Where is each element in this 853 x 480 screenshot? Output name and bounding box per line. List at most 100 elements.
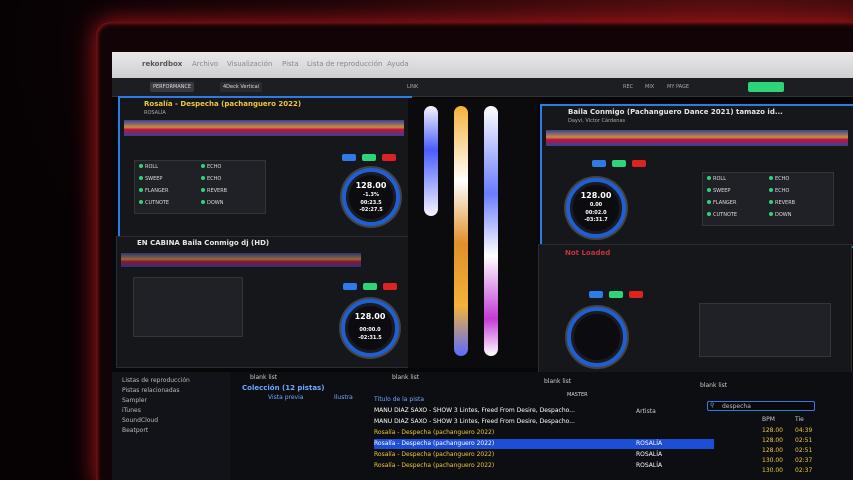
deck1-fx-sweep[interactable]: SWEEP bbox=[145, 176, 162, 182]
browser-tree: Listas de reproducción Pistas relacionad… bbox=[112, 372, 230, 480]
deck2-track-title: Baila Conmigo (Pachanguero Dance 2021) t… bbox=[568, 108, 783, 116]
row-time: 04:39 bbox=[795, 427, 813, 434]
deck2-waveform[interactable] bbox=[546, 130, 848, 146]
deck2-fx-echo2[interactable]: ECHO bbox=[775, 188, 789, 194]
layout-selector[interactable]: 4Deck Vertical bbox=[220, 82, 263, 92]
deck-3[interactable]: EN CABINA Baila Conmigo dj (HD) 128.00 0… bbox=[116, 236, 410, 368]
window-titlebar: rekordbox Archivo Visualización Pista Li… bbox=[112, 52, 853, 78]
table-row[interactable]: MANU DIAZ SAXO - SHOW 3 Lintes, Freed Fr… bbox=[374, 406, 714, 416]
deck3-vertical-waveform[interactable] bbox=[484, 106, 498, 356]
deck2-hotcue-b[interactable] bbox=[612, 160, 626, 167]
deck1-fx-roll[interactable]: ROLL bbox=[145, 164, 158, 170]
deck1-artist: ROSALÍA bbox=[144, 110, 166, 116]
deck2-fx-cutnote[interactable]: CUTNOTE bbox=[713, 212, 737, 218]
row-time: 02:51 bbox=[795, 447, 813, 454]
deck2-fx-sweep[interactable]: SWEEP bbox=[713, 188, 730, 194]
link-button[interactable]: LINK bbox=[404, 82, 421, 92]
deck1-fx-echo[interactable]: ECHO bbox=[207, 164, 221, 170]
deck4-hotcue-a[interactable] bbox=[589, 291, 603, 298]
deck2-fx-down[interactable]: DOWN bbox=[775, 212, 791, 218]
tree-item-sampler[interactable]: Sampler bbox=[112, 396, 230, 406]
mypage-button[interactable]: MY PAGE bbox=[664, 82, 692, 92]
deck1-fx-echo2[interactable]: ECHO bbox=[207, 176, 221, 182]
deck2-fx-flanger[interactable]: FLANGER bbox=[713, 200, 736, 206]
deck1-hotcue-a[interactable] bbox=[342, 154, 356, 161]
deck1-hotcue-c[interactable] bbox=[382, 154, 396, 161]
tree-item-beatport[interactable]: Beatport bbox=[112, 426, 230, 436]
row-time: 02:37 bbox=[795, 467, 813, 474]
menu-item-track[interactable]: Pista bbox=[282, 60, 299, 68]
deck3-fx-panel bbox=[133, 277, 243, 337]
blank-list-4[interactable]: blank list bbox=[700, 382, 727, 389]
deck1-vertical-waveform[interactable] bbox=[424, 106, 438, 216]
row-bpm: 130.00 bbox=[762, 467, 783, 474]
rec-button[interactable]: REC bbox=[620, 82, 636, 92]
search-icon: ⚲ bbox=[710, 402, 715, 409]
deck-1[interactable]: Rosalía - Despecha (pachanguero 2022) RO… bbox=[118, 96, 412, 240]
blank-list-2[interactable]: blank list bbox=[392, 374, 419, 381]
menu-item-file[interactable]: Archivo bbox=[192, 60, 218, 68]
deck2-hotcue-a[interactable] bbox=[592, 160, 606, 167]
table-row[interactable]: Rosalía - Despecha (pachanguero 2022) bbox=[374, 428, 714, 438]
deck2-hotcue-c[interactable] bbox=[632, 160, 646, 167]
menu-item-view[interactable]: Visualización bbox=[227, 60, 272, 68]
blank-list-3[interactable]: blank list bbox=[544, 378, 571, 385]
track-browser: Listas de reproducción Pistas relacionad… bbox=[112, 372, 853, 480]
col-time[interactable]: Tie bbox=[795, 416, 804, 423]
search-input[interactable]: despecha bbox=[707, 401, 815, 411]
deck2-fx-panel: ROLL SWEEP FLANGER CUTNOTE ECHO ECHO REV… bbox=[702, 172, 834, 226]
deck3-hotcue-a[interactable] bbox=[343, 283, 357, 290]
deck1-time-remain: -02:27.5 bbox=[359, 207, 383, 213]
deck2-fx-reverb[interactable]: REVERB bbox=[775, 200, 795, 206]
table-row[interactable]: MANU DIAZ SAXO - SHOW 3 Lintes, Freed Fr… bbox=[374, 417, 714, 427]
deck1-fx-flanger[interactable]: FLANGER bbox=[145, 188, 168, 194]
deck3-hotcue-c[interactable] bbox=[383, 283, 397, 290]
deck1-pitch: -1.3% bbox=[363, 192, 379, 198]
row-time: 02:51 bbox=[795, 437, 813, 444]
master-label[interactable]: MASTER bbox=[567, 392, 588, 398]
deck4-jog-wheel[interactable] bbox=[567, 307, 627, 367]
deck2-time-remain: -03:31.7 bbox=[584, 217, 608, 223]
col-preview[interactable]: Vista previa bbox=[268, 394, 303, 401]
deck-2[interactable]: Baila Conmigo (Pachanguero Dance 2021) t… bbox=[540, 104, 853, 248]
deck1-hotcue-b[interactable] bbox=[362, 154, 376, 161]
collection-label: Colección (12 pistas) bbox=[242, 384, 325, 392]
deck3-bpm: 128.00 bbox=[354, 312, 386, 321]
level-meter bbox=[748, 82, 784, 92]
deck3-hotcue-b[interactable] bbox=[363, 283, 377, 290]
row-time: 02:37 bbox=[795, 457, 813, 464]
deck2-vertical-waveform[interactable] bbox=[454, 106, 468, 356]
mode-selector[interactable]: PERFORMANCE bbox=[150, 82, 195, 92]
blank-list-1[interactable]: blank list bbox=[250, 374, 277, 381]
tree-item-related[interactable]: Pistas relacionadas bbox=[112, 386, 230, 396]
deck3-waveform[interactable] bbox=[121, 253, 361, 267]
deck-4[interactable]: Not Loaded bbox=[538, 244, 852, 374]
mix-button[interactable]: MIX bbox=[642, 82, 657, 92]
tree-item-itunes[interactable]: iTunes bbox=[112, 406, 230, 416]
row-artist: ROSALÍA bbox=[636, 440, 663, 447]
deck3-jog-wheel[interactable]: 128.00 00:00.0 -02:31.5 bbox=[341, 299, 399, 357]
tree-item-playlists[interactable]: Listas de reproducción bbox=[112, 376, 230, 386]
deck1-fx-reverb[interactable]: REVERB bbox=[207, 188, 227, 194]
deck1-waveform[interactable] bbox=[124, 120, 404, 136]
deck2-artist: Dayvi, Victor Cárdenas bbox=[568, 118, 626, 124]
deck1-jog-wheel[interactable]: 128.00 -1.3% 00:23.5 -02:27.5 bbox=[342, 168, 400, 226]
col-artwork[interactable]: Ilustra bbox=[334, 394, 353, 401]
deck4-hotcue-b[interactable] bbox=[609, 291, 623, 298]
tree-item-soundcloud[interactable]: SoundCloud bbox=[112, 416, 230, 426]
deck3-time-remain: -02:31.5 bbox=[358, 335, 382, 341]
menu-item-help[interactable]: Ayuda bbox=[387, 60, 409, 68]
deck1-fx-cutnote[interactable]: CUTNOTE bbox=[145, 200, 169, 206]
col-bpm[interactable]: BPM bbox=[762, 416, 775, 423]
col-title[interactable]: Título de la pista bbox=[374, 396, 424, 403]
deck2-bpm: 128.00 bbox=[580, 191, 612, 200]
deck2-jog-wheel[interactable]: 128.00 0.00 00:02.0 -03:31.7 bbox=[566, 178, 626, 238]
deck2-fx-echo[interactable]: ECHO bbox=[775, 176, 789, 182]
deck1-fx-down[interactable]: DOWN bbox=[207, 200, 223, 206]
row-artist: ROSALÍA bbox=[636, 451, 663, 458]
menu-item-playlist[interactable]: Lista de reproducción bbox=[307, 60, 382, 68]
deck1-bpm: 128.00 bbox=[355, 181, 387, 190]
deck1-time-elapsed: 00:23.5 bbox=[360, 200, 382, 206]
deck4-hotcue-c[interactable] bbox=[629, 291, 643, 298]
deck2-fx-roll[interactable]: ROLL bbox=[713, 176, 726, 182]
